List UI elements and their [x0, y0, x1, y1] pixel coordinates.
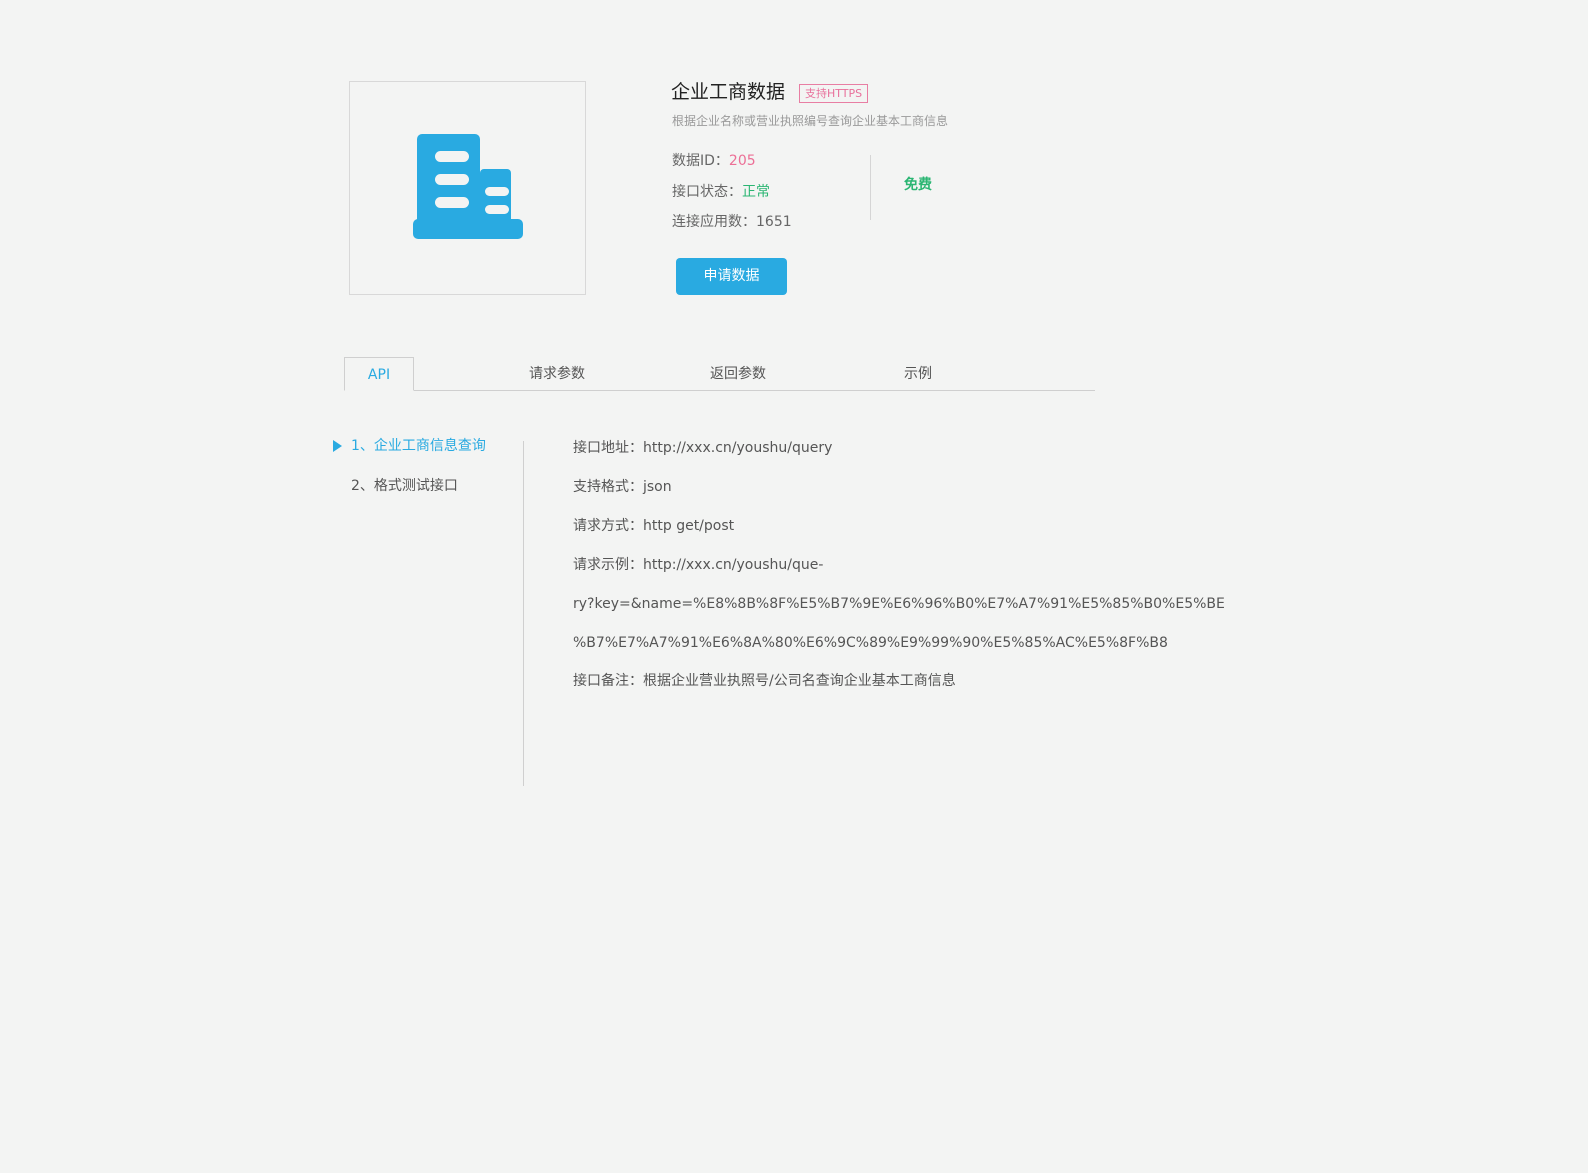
- meta-divider: [870, 155, 871, 220]
- tab-request-params[interactable]: 请求参数: [512, 357, 602, 391]
- detail-example-line-1: 请求示例：http://xxx.cn/youshu/que-: [573, 557, 824, 573]
- api-status-row: 接口状态：正常: [672, 183, 770, 201]
- tab-response-params[interactable]: 返回参数: [693, 357, 783, 391]
- sidebar-item-business-query[interactable]: 1、企业工商信息查询: [351, 436, 486, 456]
- detail-example-line-2: ry?key=&name=%E8%8B%8F%E5%B7%9E%E6%96%B0…: [573, 596, 1225, 612]
- connected-apps-value: 1651: [756, 214, 792, 230]
- active-arrow-icon: [333, 440, 342, 452]
- detail-format: 支持格式：json: [573, 479, 672, 495]
- api-status-value: 正常: [742, 184, 770, 200]
- data-id-row: 数据ID：205: [672, 152, 756, 170]
- tab-example[interactable]: 示例: [873, 357, 963, 391]
- sidebar-item-format-test[interactable]: 2、格式测试接口: [351, 476, 458, 496]
- tab-api[interactable]: API: [344, 357, 414, 391]
- product-image: [349, 81, 586, 295]
- data-id-label: 数据ID：: [672, 153, 729, 169]
- apply-data-button[interactable]: 申请数据: [676, 258, 787, 295]
- data-id-value: 205: [728, 153, 756, 169]
- api-status-label: 接口状态：: [672, 184, 742, 200]
- detail-remark: 接口备注：根据企业营业执照号/公司名查询企业基本工商信息: [573, 673, 956, 689]
- sidebar-divider: [523, 441, 524, 786]
- detail-api-url: 接口地址：http://xxx.cn/youshu/query: [573, 440, 833, 456]
- detail-method: 请求方式：http get/post: [573, 518, 735, 534]
- building-icon: [412, 134, 523, 239]
- product-title: 企业工商数据: [671, 81, 786, 103]
- price-label: 免费: [904, 177, 932, 193]
- detail-example-line-3: %B7%E7%A7%91%E6%8A%80%E6%9C%89%E9%99%90%…: [573, 635, 1168, 651]
- connected-apps-label: 连接应用数：: [672, 214, 756, 230]
- https-badge: 支持HTTPS: [799, 84, 869, 103]
- product-description: 根据企业名称或营业执照编号查询企业基本工商信息: [672, 114, 949, 128]
- connected-apps-row: 连接应用数：1651: [672, 213, 792, 231]
